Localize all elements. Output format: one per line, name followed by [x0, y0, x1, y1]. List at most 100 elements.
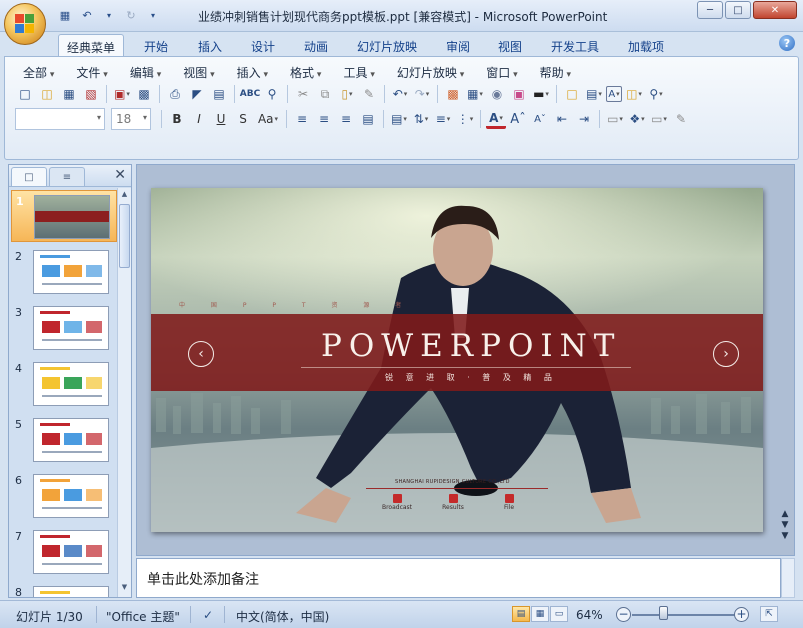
- permission-icon[interactable]: ▣: [112, 84, 132, 104]
- new-doc-icon[interactable]: □: [15, 84, 35, 104]
- slide-thumbnail-item[interactable]: 5: [11, 414, 117, 466]
- zoom-icon[interactable]: ⚲: [646, 84, 666, 104]
- minimize-button[interactable]: ─: [697, 1, 723, 19]
- customize-qat-icon[interactable]: ▾: [144, 7, 162, 23]
- color-grayscale-icon[interactable]: ▬: [531, 84, 551, 104]
- menu-view[interactable]: 视图: [175, 64, 222, 81]
- panel-scrollbar[interactable]: ▲ ▼: [117, 188, 131, 597]
- tab-review[interactable]: 审阅: [438, 34, 478, 56]
- bold-button[interactable]: B: [167, 109, 187, 129]
- help-icon[interactable]: ?: [779, 35, 795, 51]
- shape-fill-icon[interactable]: ✎: [671, 109, 691, 129]
- research-icon[interactable]: ⚲: [262, 84, 282, 104]
- justify-icon[interactable]: ▤: [358, 109, 378, 129]
- layout-icon[interactable]: ▤: [584, 84, 604, 104]
- shadow-button[interactable]: S: [233, 109, 253, 129]
- zoom-in-button[interactable]: +: [734, 607, 749, 622]
- redo-icon[interactable]: ↻: [122, 7, 140, 23]
- slide-layout-icon[interactable]: ▤: [209, 84, 229, 104]
- notes-placeholder[interactable]: 单击此处添加备注: [147, 569, 259, 589]
- table-icon[interactable]: ▦: [465, 84, 485, 104]
- decrease-indent-icon[interactable]: ⇤: [552, 109, 572, 129]
- zoom-out-button[interactable]: −: [616, 607, 631, 622]
- zoom-slider-track[interactable]: [632, 614, 736, 616]
- close-button[interactable]: ✕: [753, 1, 797, 19]
- open-folder-icon[interactable]: ◫: [37, 84, 57, 104]
- scroll-down-icon[interactable]: ▼: [778, 531, 792, 542]
- quick-styles-icon[interactable]: ▭: [649, 109, 669, 129]
- chevron-down-icon[interactable]: ▾: [100, 7, 118, 23]
- tab-addins[interactable]: 加载项: [620, 34, 672, 56]
- copy-icon[interactable]: ⧉: [315, 84, 335, 104]
- menu-help[interactable]: 帮助: [532, 64, 579, 81]
- tab-view[interactable]: 视图: [490, 34, 530, 56]
- menu-file[interactable]: 文件: [68, 64, 115, 81]
- save-icon[interactable]: ▦: [56, 7, 74, 23]
- font-color-icon[interactable]: A: [486, 109, 506, 129]
- normal-view-button[interactable]: ▤: [512, 606, 530, 622]
- tab-home[interactable]: 开始: [136, 34, 176, 56]
- slide-sorter-button[interactable]: ▦: [531, 606, 549, 622]
- paste-icon[interactable]: ▯: [337, 84, 357, 104]
- attach-icon[interactable]: ▩: [134, 84, 154, 104]
- slide-thumbnail-item[interactable]: 3: [11, 302, 117, 354]
- columns-icon[interactable]: ▤: [389, 109, 409, 129]
- tab-animation[interactable]: 动画: [296, 34, 336, 56]
- slide-thumbnail-item[interactable]: 6: [11, 470, 117, 522]
- tab-slides-thumbnails[interactable]: □: [11, 167, 47, 186]
- menu-slideshow[interactable]: 幻灯片放映: [389, 64, 472, 81]
- slideshow-button[interactable]: ▭: [550, 606, 568, 622]
- font-name-select[interactable]: [15, 108, 105, 130]
- scrollbar-thumb[interactable]: [119, 204, 130, 268]
- notes-pane[interactable]: 单击此处添加备注: [136, 558, 781, 598]
- menu-tools[interactable]: 工具: [335, 64, 382, 81]
- align-center-icon[interactable]: ≡: [314, 109, 334, 129]
- print-preview-icon[interactable]: ◤: [187, 84, 207, 104]
- chart-icon[interactable]: ▩: [443, 84, 463, 104]
- spelling-check-icon[interactable]: ✓: [203, 608, 213, 622]
- next-slide-icon[interactable]: ▼: [778, 520, 792, 531]
- textbox-icon[interactable]: A: [606, 86, 622, 102]
- menu-format[interactable]: 格式: [282, 64, 329, 81]
- undo-icon[interactable]: ↶: [390, 84, 410, 104]
- tab-slideshow[interactable]: 幻灯片放映: [349, 34, 425, 56]
- clipart-icon[interactable]: ◉: [487, 84, 507, 104]
- bullets-icon[interactable]: ⋮: [455, 109, 475, 129]
- menu-window[interactable]: 窗口: [478, 64, 525, 81]
- folder-icon[interactable]: ◫: [624, 84, 644, 104]
- undo-icon[interactable]: ↶: [78, 7, 96, 23]
- numbering-icon[interactable]: ≡: [433, 109, 453, 129]
- print-icon[interactable]: ⎙: [165, 84, 185, 104]
- menu-insert[interactable]: 插入: [229, 64, 276, 81]
- menu-edit[interactable]: 编辑: [122, 64, 169, 81]
- arrange-icon[interactable]: ❖: [627, 109, 647, 129]
- slide-thumbnail-item[interactable]: 8: [11, 582, 117, 597]
- underline-button[interactable]: U: [211, 109, 231, 129]
- zoom-slider-knob[interactable]: [659, 606, 668, 620]
- previous-slide-icon[interactable]: ▲: [778, 509, 792, 520]
- grow-font-icon[interactable]: Aˆ: [508, 109, 528, 129]
- panel-close-icon[interactable]: ✕: [114, 167, 126, 183]
- shapes-icon[interactable]: ▭: [605, 109, 625, 129]
- redo-icon[interactable]: ↷: [412, 84, 432, 104]
- picture-icon[interactable]: ▣: [509, 84, 529, 104]
- current-slide[interactable]: 中 国 P P T 资 源 者 POWERPOINT 锐 意 进 取 · 普 及…: [151, 188, 763, 532]
- tab-developer[interactable]: 开发工具: [543, 34, 607, 56]
- save-pdf-icon[interactable]: ▧: [81, 84, 101, 104]
- tab-classic-menu[interactable]: 经典菜单: [58, 34, 125, 56]
- notes-scrollbar[interactable]: [781, 558, 795, 598]
- cut-icon[interactable]: ✂: [293, 84, 313, 104]
- zoom-level[interactable]: 64%: [576, 608, 603, 622]
- slide-thumbnail-item[interactable]: 7: [11, 526, 117, 578]
- shrink-font-icon[interactable]: Aˇ: [530, 109, 550, 129]
- new-slide-icon[interactable]: □: [562, 84, 582, 104]
- tab-insert[interactable]: 插入: [190, 34, 230, 56]
- menu-all[interactable]: 全部: [15, 64, 62, 81]
- tab-outline[interactable]: ≡: [49, 167, 85, 186]
- align-right-icon[interactable]: ≡: [336, 109, 356, 129]
- change-case-button[interactable]: Aa: [255, 109, 281, 129]
- office-button[interactable]: [4, 3, 46, 45]
- tab-design[interactable]: 设计: [243, 34, 283, 56]
- scroll-up-icon[interactable]: ▲: [119, 190, 130, 202]
- save-icon[interactable]: ▦: [59, 84, 79, 104]
